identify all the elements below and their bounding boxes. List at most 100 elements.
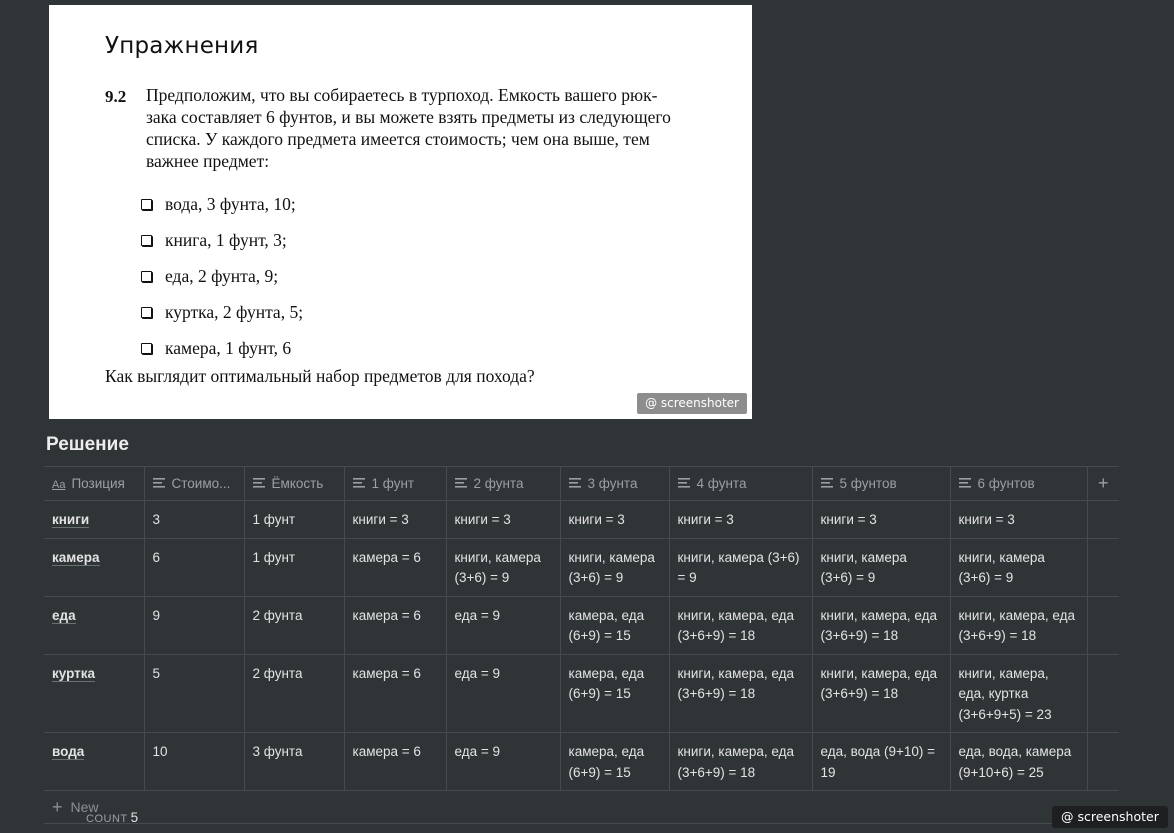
table-row[interactable]: книги 3 1 фунт книги = 3 книги = 3 книги… — [44, 500, 1119, 539]
exercise-text: Предположим, что вы собираетесь в турпох… — [146, 84, 708, 172]
checkbox-square-icon — [141, 270, 152, 282]
text-property-icon — [152, 476, 165, 491]
cell-3lb[interactable]: книги, камера (3+6) = 9 — [560, 538, 670, 597]
text-property-icon — [958, 476, 971, 491]
cell-name[interactable]: вода — [44, 732, 145, 791]
cell-6lb[interactable]: книги, камера (3+6) = 9 — [950, 538, 1088, 597]
cell-1lb[interactable]: камера = 6 — [344, 596, 447, 655]
list-item: вода, 3 фунта, 10; — [141, 186, 303, 222]
table-row[interactable]: камера 6 1 фунт камера = 6 книги, камера… — [44, 538, 1119, 597]
cell-2lb[interactable]: еда = 9 — [446, 596, 561, 655]
cell-5lb[interactable]: книги, камера (3+6) = 9 — [812, 538, 951, 597]
cell-cost[interactable]: 9 — [144, 596, 245, 655]
cell-5lb[interactable]: еда, вода (9+10) = 19 — [812, 732, 951, 791]
exercise-line: списка. У каждого предмета имеется стоим… — [146, 129, 650, 149]
cell-5lb[interactable]: книги, камера, еда (3+6+9) = 18 — [812, 654, 951, 733]
cell-name[interactable]: книги — [44, 500, 145, 539]
column-header-4lb[interactable]: 4 фунта — [669, 466, 813, 501]
cell-cost[interactable]: 3 — [144, 500, 245, 539]
checkbox-square-icon — [141, 234, 152, 246]
text-property-icon — [677, 476, 690, 491]
exercise-line: Предположим, что вы собираетесь в турпох… — [146, 85, 658, 105]
cell-5lb[interactable]: книги, камера, еда (3+6+9) = 18 — [812, 596, 951, 655]
cell-empty — [1087, 654, 1119, 733]
cell-4lb[interactable]: книги, камера, еда (3+6+9) = 18 — [669, 596, 813, 655]
cell-2lb[interactable]: еда = 9 — [446, 654, 561, 733]
cell-cost[interactable]: 10 — [144, 732, 245, 791]
image-watermark: @ screenshoter — [637, 393, 747, 414]
cell-4lb[interactable]: книги, камера, еда (3+6+9) = 18 — [669, 654, 813, 733]
cell-empty — [1087, 500, 1119, 539]
cell-capacity[interactable]: 2 фунта — [244, 654, 345, 733]
new-row-button[interactable]: + New — [44, 791, 1119, 824]
exercise-question: Как выглядит оптимальный набор предметов… — [105, 366, 535, 386]
list-item: камера, 1 фунт, 6 — [141, 330, 303, 366]
screenshoter-watermark: @ screenshoter — [1052, 806, 1168, 828]
column-header-5lb[interactable]: 5 фунтов — [812, 466, 951, 501]
cell-2lb[interactable]: книги, камера (3+6) = 9 — [446, 538, 561, 597]
checkbox-square-icon — [141, 306, 152, 318]
text-property-icon — [252, 476, 265, 491]
exercise-line: зака составляет 6 фунтов, и вы можете вз… — [146, 107, 671, 127]
cell-capacity[interactable]: 1 фунт — [244, 500, 345, 539]
column-header-3lb[interactable]: 3 фунта — [560, 466, 670, 501]
text-property-icon — [820, 476, 833, 491]
title-property-icon: Aa — [52, 479, 66, 491]
exercise-image: Упражнения 9.2 Предположим, что вы собир… — [49, 5, 752, 419]
section-title: Решение — [46, 434, 129, 455]
column-header-position[interactable]: Aa Позиция — [44, 466, 145, 501]
cell-4lb[interactable]: книги, камера (3+6) = 9 — [669, 538, 813, 597]
cell-capacity[interactable]: 1 фунт — [244, 538, 345, 597]
cell-6lb[interactable]: книги, камера, еда (3+6+9) = 18 — [950, 596, 1088, 655]
table-row[interactable]: еда 9 2 фунта камера = 6 еда = 9 камера,… — [44, 596, 1119, 655]
cell-capacity[interactable]: 2 фунта — [244, 596, 345, 655]
cell-6lb[interactable]: книги, камера, еда, куртка (3+6+9+5) = 2… — [950, 654, 1088, 733]
text-property-icon — [352, 476, 365, 491]
cell-3lb[interactable]: книги = 3 — [560, 500, 670, 539]
column-header-2lb[interactable]: 2 фунта — [446, 466, 561, 501]
cell-name[interactable]: камера — [44, 538, 145, 597]
book-heading: Упражнения — [105, 33, 259, 59]
list-item: книга, 1 фунт, 3; — [141, 222, 303, 258]
table-header-row: Aa Позиция Стоимо... Ёмкость 1 фунт 2 фун… — [44, 466, 1119, 501]
plus-icon: + — [52, 796, 63, 817]
cell-name[interactable]: еда — [44, 596, 145, 655]
cell-3lb[interactable]: камера, еда (6+9) = 15 — [560, 654, 670, 733]
checkbox-square-icon — [141, 198, 152, 210]
column-header-cost[interactable]: Стоимо... — [144, 466, 245, 501]
cell-1lb[interactable]: камера = 6 — [344, 654, 447, 733]
cell-5lb[interactable]: книги = 3 — [812, 500, 951, 539]
cell-1lb[interactable]: книги = 3 — [344, 500, 447, 539]
item-list: вода, 3 фунта, 10; книга, 1 фунт, 3; еда… — [141, 186, 303, 366]
text-property-icon — [454, 476, 467, 491]
column-header-6lb[interactable]: 6 фунтов — [950, 466, 1088, 501]
cell-3lb[interactable]: камера, еда (6+9) = 15 — [560, 596, 670, 655]
table-row[interactable]: вода 10 3 фунта камера = 6 еда = 9 камер… — [44, 732, 1119, 791]
table-row[interactable]: куртка 5 2 фунта камера = 6 еда = 9 каме… — [44, 654, 1119, 733]
exercise-line: важнее предмет: — [146, 151, 270, 171]
cell-capacity[interactable]: 3 фунта — [244, 732, 345, 791]
cell-1lb[interactable]: камера = 6 — [344, 538, 447, 597]
cell-2lb[interactable]: еда = 9 — [446, 732, 561, 791]
cell-empty — [1087, 538, 1119, 597]
cell-empty — [1087, 732, 1119, 791]
cell-6lb[interactable]: еда, вода, камера (9+10+6) = 25 — [950, 732, 1088, 791]
cell-name[interactable]: куртка — [44, 654, 145, 733]
column-header-capacity[interactable]: Ёмкость — [244, 466, 345, 501]
cell-4lb[interactable]: книги, камера, еда (3+6+9) = 18 — [669, 732, 813, 791]
cell-6lb[interactable]: книги = 3 — [950, 500, 1088, 539]
cell-3lb[interactable]: камера, еда (6+9) = 15 — [560, 732, 670, 791]
checkbox-square-icon — [141, 342, 152, 354]
cell-2lb[interactable]: книги = 3 — [446, 500, 561, 539]
cell-cost[interactable]: 6 — [144, 538, 245, 597]
cell-1lb[interactable]: камера = 6 — [344, 732, 447, 791]
add-column-button[interactable]: + — [1087, 466, 1119, 501]
text-property-icon — [568, 476, 581, 491]
column-header-1lb[interactable]: 1 фунт — [344, 466, 447, 501]
cell-cost[interactable]: 5 — [144, 654, 245, 733]
database-table: Aa Позиция Стоимо... Ёмкость 1 фунт 2 фун… — [44, 466, 1119, 824]
cell-4lb[interactable]: книги = 3 — [669, 500, 813, 539]
exercise-number: 9.2 — [105, 87, 127, 106]
row-count[interactable]: COUNT 5 — [86, 810, 138, 825]
list-item: еда, 2 фунта, 9; — [141, 258, 303, 294]
